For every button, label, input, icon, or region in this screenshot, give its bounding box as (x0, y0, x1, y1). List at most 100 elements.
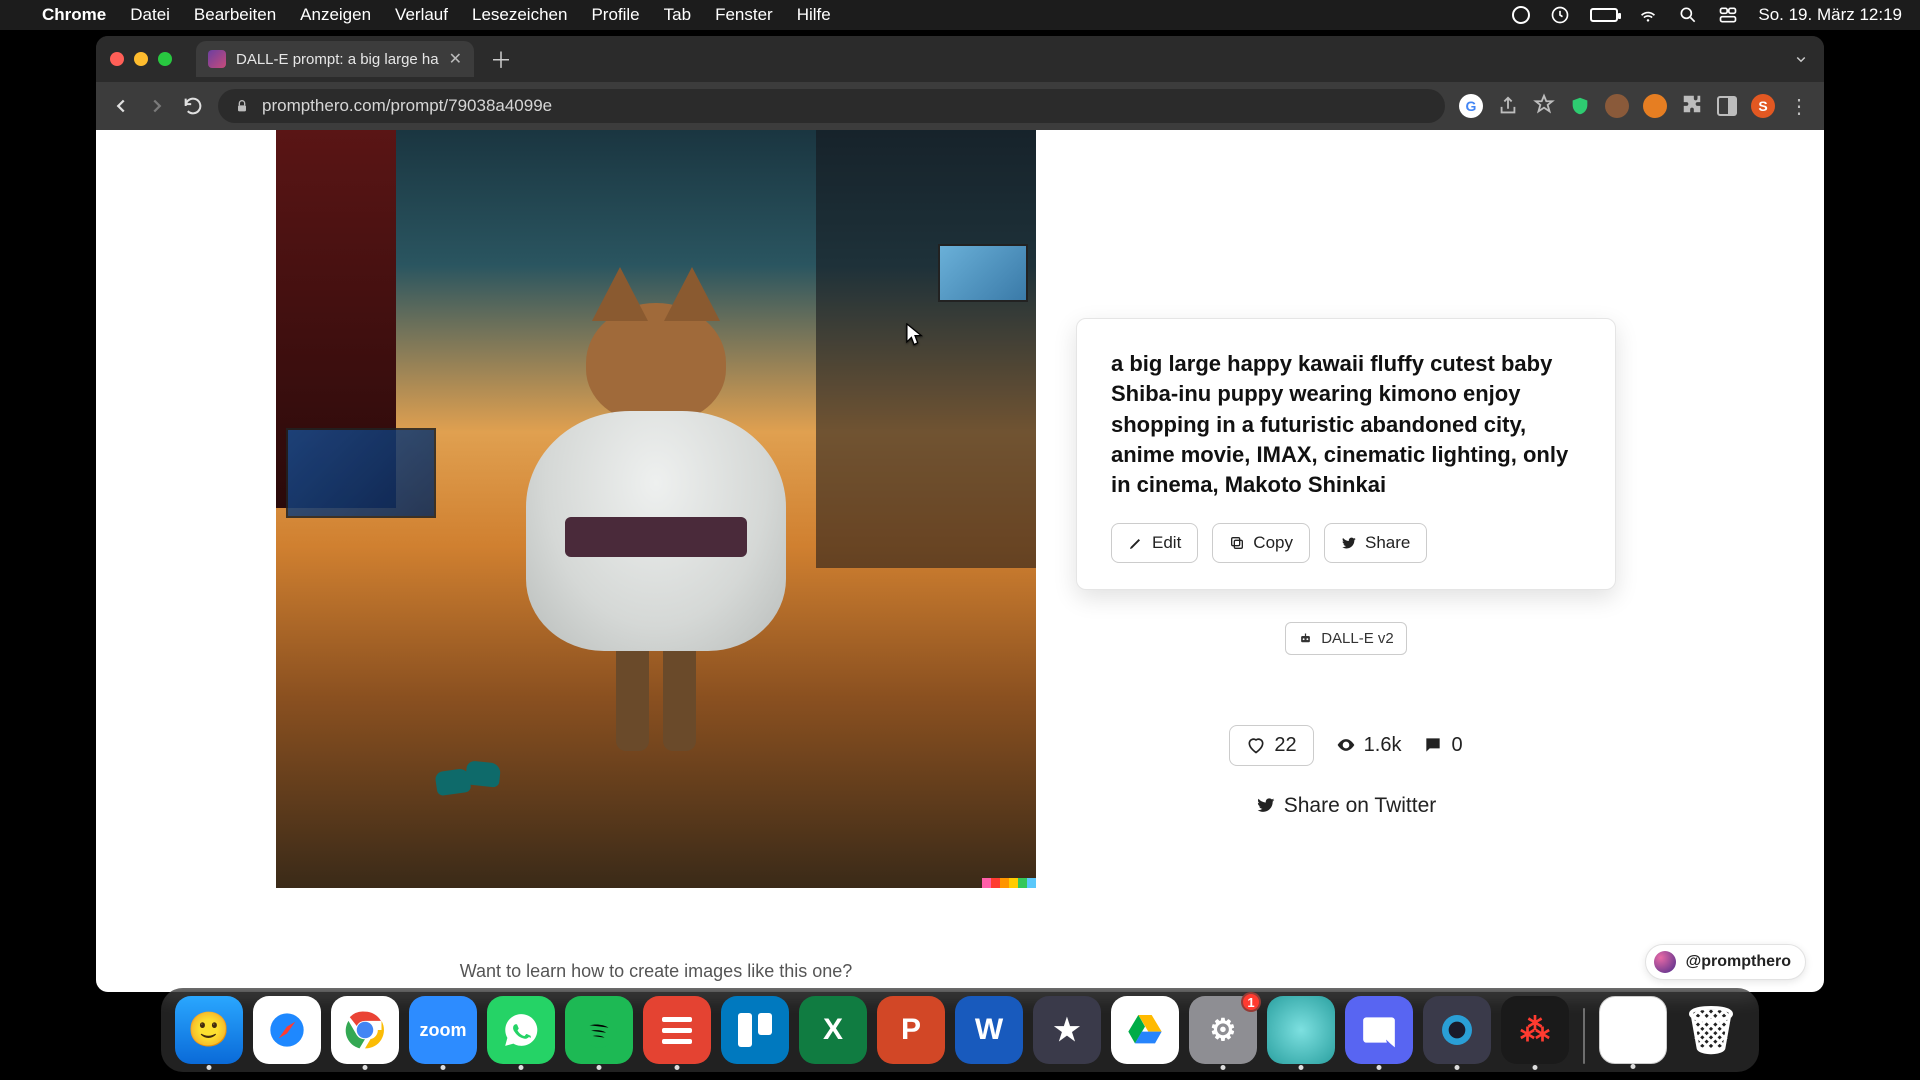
battery-icon[interactable] (1590, 8, 1618, 22)
window-zoom-button[interactable] (158, 52, 172, 66)
twitter-icon (1256, 795, 1276, 815)
dock-excel[interactable]: X (799, 996, 867, 1064)
menubar-app-name[interactable]: Chrome (42, 5, 106, 25)
window-close-button[interactable] (110, 52, 124, 66)
dock-imovie[interactable]: ★ (1033, 996, 1101, 1064)
dock-safari[interactable] (253, 996, 321, 1064)
new-tab-button[interactable]: ＋ (484, 43, 518, 75)
image-subject (516, 303, 796, 743)
dock-finder[interactable]: 🙂 (175, 996, 243, 1064)
share-on-twitter-link[interactable]: Share on Twitter (1076, 794, 1616, 818)
image-building-right (816, 130, 1036, 568)
url-text: prompthero.com/prompt/79038a4099e (262, 96, 552, 116)
google-translate-icon[interactable]: G (1459, 94, 1483, 118)
dock-zoom[interactable]: zoom (409, 996, 477, 1064)
dock-todoist[interactable] (643, 996, 711, 1064)
comment-count: 0 (1451, 734, 1462, 757)
dock-powerpoint[interactable]: P (877, 996, 945, 1064)
site-badge[interactable]: @prompthero (1645, 944, 1806, 980)
tab-favicon-icon (208, 50, 226, 68)
dock-audio-app[interactable]: ⁂ (1501, 996, 1569, 1064)
menu-tab[interactable]: Tab (664, 5, 691, 25)
chrome-toolbar: prompthero.com/prompt/79038a4099e G S ⋮ (96, 82, 1824, 130)
menu-anzeigen[interactable]: Anzeigen (300, 5, 371, 25)
browser-tab[interactable]: DALL-E prompt: a big large ha ✕ (196, 41, 474, 77)
image-screen-left (286, 428, 436, 518)
dock-drive[interactable] (1111, 996, 1179, 1064)
lock-icon (234, 98, 250, 114)
menu-lesezeichen[interactable]: Lesezeichen (472, 5, 567, 25)
share-button[interactable]: Share (1324, 523, 1427, 563)
tab-close-icon[interactable]: ✕ (449, 49, 462, 69)
macos-menubar: Chrome Datei Bearbeiten Anzeigen Verlauf… (0, 0, 1920, 30)
tab-title: DALL-E prompt: a big large ha (236, 51, 439, 68)
chrome-window: DALL-E prompt: a big large ha ✕ ＋ prompt… (96, 36, 1824, 992)
bookmark-star-icon[interactable] (1533, 93, 1555, 120)
dock-trello[interactable] (721, 996, 789, 1064)
robot-icon (1298, 631, 1313, 646)
dock-chrome[interactable] (331, 996, 399, 1064)
copy-icon (1229, 535, 1245, 551)
dock-settings[interactable]: ⚙1 (1189, 996, 1257, 1064)
window-minimize-button[interactable] (134, 52, 148, 66)
dock-separator (1583, 1008, 1585, 1064)
chrome-menu-icon[interactable]: ⋮ (1789, 94, 1810, 119)
model-chip[interactable]: DALL-E v2 (1285, 622, 1407, 655)
reload-button[interactable] (182, 95, 204, 117)
menu-fenster[interactable]: Fenster (715, 5, 773, 25)
menu-hilfe[interactable]: Hilfe (797, 5, 831, 25)
edit-button[interactable]: Edit (1111, 523, 1198, 563)
dock-word[interactable]: W (955, 996, 1023, 1064)
menu-datei[interactable]: Datei (130, 5, 170, 25)
extension-icon-2[interactable] (1643, 94, 1667, 118)
tab-overflow-icon[interactable] (1792, 50, 1810, 68)
dock-spotify[interactable] (565, 996, 633, 1064)
view-count: 1.6k (1364, 734, 1402, 757)
wifi-icon[interactable] (1638, 5, 1658, 25)
prompt-text: a big large happy kawaii fluffy cutest b… (1111, 349, 1581, 501)
like-button[interactable]: 22 (1229, 725, 1313, 766)
view-stat: 1.6k (1336, 734, 1402, 757)
menubar-clock[interactable]: So. 19. März 12:19 (1758, 5, 1902, 25)
extension-icon-1[interactable] (1605, 94, 1629, 118)
heart-icon (1246, 735, 1266, 755)
address-bar[interactable]: prompthero.com/prompt/79038a4099e (218, 89, 1445, 123)
menu-verlauf[interactable]: Verlauf (395, 5, 448, 25)
dock-settings-badge: 1 (1241, 992, 1261, 1012)
learn-cta-text: Want to learn how to create images like … (276, 961, 1036, 982)
site-badge-label: @prompthero (1686, 953, 1791, 971)
image-screen-right (938, 244, 1028, 302)
dock-app-teal[interactable] (1267, 996, 1335, 1064)
search-icon[interactable] (1678, 5, 1698, 25)
twitter-icon (1341, 535, 1357, 551)
share-page-icon[interactable] (1497, 95, 1519, 117)
dalle-watermark-icon (982, 878, 1036, 888)
screen-record-icon[interactable] (1512, 6, 1530, 24)
extension-shield-icon[interactable] (1569, 95, 1591, 117)
dock-discord[interactable] (1345, 996, 1413, 1064)
back-button[interactable] (110, 95, 132, 117)
comment-stat[interactable]: 0 (1423, 734, 1462, 757)
like-count: 22 (1274, 734, 1296, 757)
menu-profile[interactable]: Profile (591, 5, 639, 25)
image-shoes (436, 762, 506, 798)
comment-icon (1423, 735, 1443, 755)
dock-trash[interactable]: 🗑 (1677, 996, 1745, 1064)
chrome-tabstrip: DALL-E prompt: a big large ha ✕ ＋ (96, 36, 1824, 82)
forward-button[interactable] (146, 95, 168, 117)
dock-quicktime[interactable] (1423, 996, 1491, 1064)
generated-image[interactable] (276, 130, 1036, 888)
eye-icon (1336, 735, 1356, 755)
menu-bearbeiten[interactable]: Bearbeiten (194, 5, 276, 25)
dock-whatsapp[interactable] (487, 996, 555, 1064)
timer-icon[interactable] (1550, 5, 1570, 25)
dock-preview[interactable]: 🖼 (1599, 996, 1667, 1064)
control-center-icon[interactable] (1718, 5, 1738, 25)
profile-avatar[interactable]: S (1751, 94, 1775, 118)
window-traffic-lights (110, 52, 172, 66)
copy-button[interactable]: Copy (1212, 523, 1310, 563)
extensions-menu-icon[interactable] (1681, 93, 1703, 120)
page-viewport: a big large happy kawaii fluffy cutest b… (96, 130, 1824, 992)
side-panel-icon[interactable] (1717, 96, 1737, 116)
macos-dock: 🙂 zoom X P W ★ ⚙1 ⁂ 🖼 🗑 (161, 988, 1759, 1072)
